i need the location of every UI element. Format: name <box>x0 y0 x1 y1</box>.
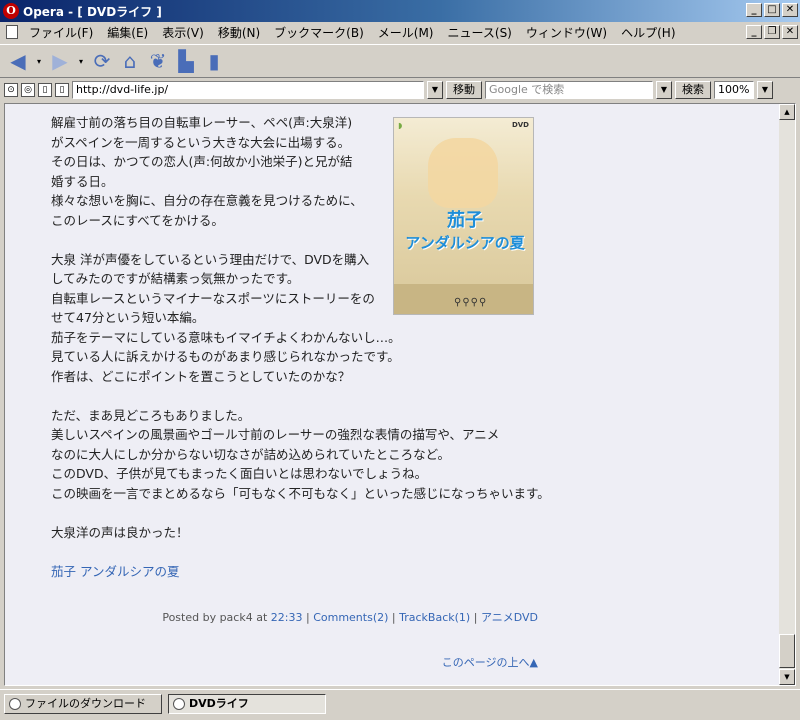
article-line: なのに大人にしか分からない切なさが詰め込められていたところなど。 <box>51 446 451 462</box>
navigation-toolbar: ◀ ▾ ▶ ▾ ⟳ ⌂ ❦ ▙ ▮ <box>0 44 800 78</box>
title-bar: O Opera - [ DVDライフ ] _ □ ✕ <box>0 0 800 22</box>
permalink-time[interactable]: 22:33 <box>271 611 303 624</box>
home-icon[interactable]: ⌂ <box>118 48 142 74</box>
search-input[interactable]: Google で検索 <box>485 81 653 99</box>
scroll-up-button[interactable]: ▲ <box>779 104 795 120</box>
menu-navigation[interactable]: 移動(N) <box>211 24 267 41</box>
search-engine-dropdown[interactable]: ▼ <box>656 81 672 99</box>
scrollbar-thumb[interactable] <box>779 634 795 668</box>
page-top-link[interactable]: このページの上へ▲ <box>51 654 538 670</box>
close-button[interactable]: ✕ <box>782 3 798 17</box>
new-page-icon[interactable]: ▯ <box>55 83 69 97</box>
mdi-minimize-button[interactable]: _ <box>746 25 762 39</box>
page-icon <box>173 698 185 710</box>
menu-bookmarks[interactable]: ブックマーク(B) <box>267 24 371 41</box>
hotlist-icon[interactable]: ❦ <box>146 48 170 74</box>
go-button[interactable]: 移動 <box>446 81 482 99</box>
menu-window[interactable]: ウィンドウ(W) <box>519 24 614 41</box>
security-lock-icon[interactable]: ⊙ <box>4 83 18 97</box>
category-link[interactable]: アニメDVD <box>481 611 538 624</box>
zoom-field[interactable]: 100% <box>714 81 754 99</box>
scroll-down-button[interactable]: ▼ <box>779 669 795 685</box>
url-input[interactable]: http://dvd-life.jp/ <box>72 81 424 99</box>
minimize-button[interactable]: _ <box>746 3 762 17</box>
posted-by: Posted by pack4 at <box>162 611 268 624</box>
article-line: 茄子をテーマにしている意味もイマイチよくわかんないし…。 <box>51 329 401 345</box>
article-line: 見ている人に訴えかけるものがあまり感じられなかったです。 <box>51 349 400 364</box>
menu-edit[interactable]: 編集(E) <box>100 24 155 41</box>
menu-help[interactable]: ヘルプ(H) <box>614 24 682 41</box>
page-tab-bar: ファイルのダウンロード DVDライフ <box>0 689 800 720</box>
tab-label: ファイルのダウンロード <box>25 697 146 710</box>
article-line: 美しいスペインの風景画やゴール寸前のレーサーの強烈な表情の描写や、アニメ <box>51 427 500 442</box>
article-line: この映画を一言でまとめるなら「可もなく不可もなく」といった感じになっちゃいます。 <box>51 485 550 501</box>
search-button[interactable]: 検索 <box>675 81 711 99</box>
menu-view[interactable]: 表示(V) <box>155 24 211 41</box>
product-link[interactable]: 茄子 アンダルシアの夏 <box>51 564 179 579</box>
address-bar: ⊙ ◎ ▯ ▯ http://dvd-life.jp/ ▼ 移動 Google … <box>0 79 800 101</box>
reload-icon[interactable]: ⟳ <box>90 48 114 74</box>
article-line: このDVD、子供が見てもまったく面白いとは思わないでしょうね。 <box>51 466 428 481</box>
comments-link[interactable]: Comments(2) <box>313 611 388 624</box>
document-icon <box>6 25 18 39</box>
page-icon[interactable]: ▮ <box>202 48 226 74</box>
page-viewport: 解雇寸前の落ち目の自転車レーサー、ペペ(声:大泉洋) がスペインを一周するという… <box>4 103 796 686</box>
tab-dvd-life[interactable]: DVDライフ <box>168 694 326 714</box>
cover-illustration <box>428 138 498 208</box>
article-line: ただ、まあ見どころもありました。 <box>51 407 251 423</box>
zoom-dropdown[interactable]: ▼ <box>757 81 773 99</box>
cover-title: 茄子 アンダルシアの夏 <box>405 210 525 252</box>
mdi-close-button[interactable]: ✕ <box>782 25 798 39</box>
dvd-label: DVD <box>511 121 529 129</box>
forward-icon[interactable]: ▶ <box>48 48 72 74</box>
trackback-link[interactable]: TrackBack(1) <box>399 611 470 624</box>
vertical-scrollbar[interactable]: ▲ ▼ <box>779 104 795 685</box>
menu-news[interactable]: ニュース(S) <box>440 24 518 41</box>
print-icon[interactable]: ▙ <box>174 48 198 74</box>
back-history-dropdown[interactable]: ▾ <box>34 57 44 66</box>
window-title: Opera - [ DVDライフ ] <box>23 4 162 19</box>
dvd-cover-image[interactable]: ◗ DVD 茄子 アンダルシアの夏 ⚲⚲⚲⚲ <box>393 117 534 315</box>
menu-mail[interactable]: メール(M) <box>371 24 441 41</box>
download-icon <box>9 698 21 710</box>
article-line: 作者は、どこにポイントを置こうとしていたのかな？ <box>51 368 351 384</box>
forward-history-dropdown[interactable]: ▾ <box>76 57 86 66</box>
tab-downloads[interactable]: ファイルのダウンロード <box>4 694 162 714</box>
post-footer: Posted by pack4 at 22:33 | Comments(2) |… <box>162 611 538 624</box>
menu-bar: ファイル(F) 編集(E) 表示(V) 移動(N) ブックマーク(B) メール(… <box>0 22 800 42</box>
publisher-logo: ◗ <box>398 121 403 130</box>
url-dropdown[interactable]: ▼ <box>427 81 443 99</box>
camera-icon[interactable]: ◎ <box>21 83 35 97</box>
mdi-restore-button[interactable]: ❐ <box>764 25 780 39</box>
opera-logo-icon: O <box>3 3 19 19</box>
cyclists-icon: ⚲⚲⚲⚲ <box>454 297 488 308</box>
page-info-icon[interactable]: ▯ <box>38 83 52 97</box>
article-line: 大泉洋の声は良かった！ <box>51 524 189 540</box>
back-icon[interactable]: ◀ <box>6 48 30 74</box>
maximize-button[interactable]: □ <box>764 3 780 17</box>
tab-label: DVDライフ <box>189 697 249 710</box>
menu-file[interactable]: ファイル(F) <box>22 24 100 41</box>
